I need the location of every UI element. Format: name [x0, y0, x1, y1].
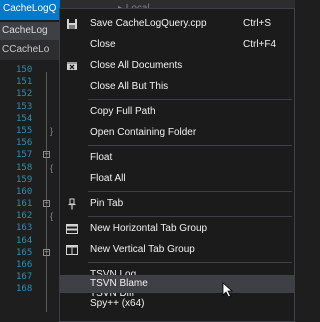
- menu-item-label: Save CacheLogQuery.cpp: [90, 18, 207, 29]
- menu-item-label: Float All: [90, 173, 126, 184]
- menu-item-label: Close All But This: [90, 81, 169, 92]
- line-number: 165: [16, 247, 33, 258]
- menu-item-label: Pin Tab: [90, 198, 124, 209]
- code-line: 154: [0, 113, 60, 125]
- code-line: 157 −: [0, 149, 60, 161]
- menu-item-float[interactable]: Float: [60, 149, 294, 167]
- code-line: 151: [0, 76, 60, 88]
- code-line: 164: [0, 235, 60, 247]
- line-number: 163: [16, 223, 33, 234]
- code-line: 161 −: [0, 198, 60, 210]
- menu-item-label: Close: [90, 39, 116, 50]
- file-tab-list: CacheLog CCacheLo: [0, 22, 60, 60]
- menu-item-new-vertical-tab-group[interactable]: New Vertical Tab Group: [60, 241, 294, 259]
- menu-item-float-all[interactable]: Float All: [60, 170, 294, 188]
- menu-item-open-containing-folder[interactable]: Open Containing Folder: [60, 124, 294, 142]
- menu-item-label: Float: [90, 152, 113, 163]
- code-line: 158 {: [0, 162, 60, 174]
- line-number: 152: [16, 89, 33, 100]
- line-number: 150: [16, 65, 33, 75]
- bracket-glyph: {: [50, 211, 54, 222]
- menu-item-label: Spy++ (x64): [90, 298, 145, 309]
- menu-item-new-horizontal-tab-group[interactable]: New Horizontal Tab Group: [60, 220, 294, 238]
- line-number: 162: [16, 211, 33, 222]
- fold-toggle-icon[interactable]: −: [43, 151, 50, 159]
- code-line: 165 −: [0, 247, 60, 259]
- line-number: 156: [16, 138, 33, 149]
- code-line: 167: [0, 271, 60, 283]
- tab-cachelogquery[interactable]: CacheLogQ: [0, 0, 60, 18]
- file-tab-cachelog[interactable]: CacheLog: [0, 22, 60, 41]
- fold-toggle-icon[interactable]: −: [43, 248, 50, 256]
- save-icon: [67, 19, 77, 29]
- code-line: 160: [0, 186, 60, 198]
- code-line: 166: [0, 259, 60, 271]
- close-all-icon: [67, 62, 77, 70]
- code-line: 150: [0, 64, 60, 76]
- menu-item-spy-plus-plus-x64[interactable]: Spy++ (x64): [60, 295, 294, 313]
- code-line: 156: [0, 137, 60, 149]
- mouse-pointer-icon: [222, 282, 234, 298]
- code-line: 168: [0, 283, 60, 295]
- menu-item-tsvn-blame[interactable]: TSVN Blame: [60, 275, 294, 293]
- menu-item-label: New Horizontal Tab Group: [90, 223, 208, 234]
- menu-separator: [88, 99, 292, 100]
- line-number-gutter: 150 151 152 153 154 155} 156 157 − 158 { 1…: [0, 64, 60, 296]
- menu-item-close-all-documents[interactable]: Close All Documents: [60, 57, 294, 75]
- line-number: 168: [16, 284, 33, 295]
- file-tab-ccachelog[interactable]: CCacheLo: [0, 41, 60, 60]
- line-number: 154: [16, 113, 33, 124]
- menu-item-shortcut: Ctrl+F4: [243, 39, 277, 50]
- menu-item-close[interactable]: Close Ctrl+F4: [60, 36, 294, 54]
- code-line: 159: [0, 174, 60, 186]
- pin-icon: [68, 198, 76, 210]
- menu-item-label: New Vertical Tab Group: [90, 244, 195, 255]
- line-number: 159: [16, 174, 33, 185]
- bracket-glyph: {: [50, 162, 54, 173]
- code-line: 153: [0, 101, 60, 113]
- code-line: 162 {: [0, 210, 60, 222]
- line-number: 161: [16, 199, 33, 210]
- menu-item-pin-tab[interactable]: Pin Tab: [60, 195, 294, 213]
- menu-item-label: TSVN Blame: [90, 278, 148, 289]
- menu-item-label: Copy Full Path: [90, 106, 156, 117]
- bracket-glyph: }: [50, 125, 54, 136]
- menu-separator: [88, 262, 292, 263]
- menu-item-label: Close All Documents: [90, 60, 183, 71]
- line-number: 167: [16, 272, 33, 283]
- menu-item-close-all-but-this[interactable]: Close All But This: [60, 78, 294, 96]
- menu-separator: [88, 145, 292, 146]
- line-number: 164: [16, 235, 33, 246]
- menu-item-shortcut: Ctrl+S: [243, 18, 272, 29]
- menu-item-save[interactable]: Save CacheLogQuery.cpp Ctrl+S: [60, 15, 294, 33]
- vertical-tab-group-icon: [66, 245, 78, 255]
- code-line: 155}: [0, 125, 60, 137]
- menu-item-copy-full-path[interactable]: Copy Full Path: [60, 103, 294, 121]
- code-line: 163: [0, 222, 60, 234]
- line-number: 160: [16, 186, 33, 197]
- menu-separator: [88, 191, 292, 192]
- line-number: 166: [16, 260, 33, 270]
- line-number: 153: [16, 101, 33, 112]
- line-number: 158: [16, 162, 33, 173]
- horizontal-tab-group-icon: [66, 224, 78, 234]
- menu-separator: [88, 216, 292, 217]
- line-number: 151: [16, 77, 33, 88]
- fold-toggle-icon[interactable]: −: [43, 200, 50, 208]
- line-number: 155: [16, 125, 33, 136]
- code-line: 152: [0, 88, 60, 100]
- menu-item-label: Open Containing Folder: [90, 127, 197, 138]
- line-number: 157: [16, 150, 33, 161]
